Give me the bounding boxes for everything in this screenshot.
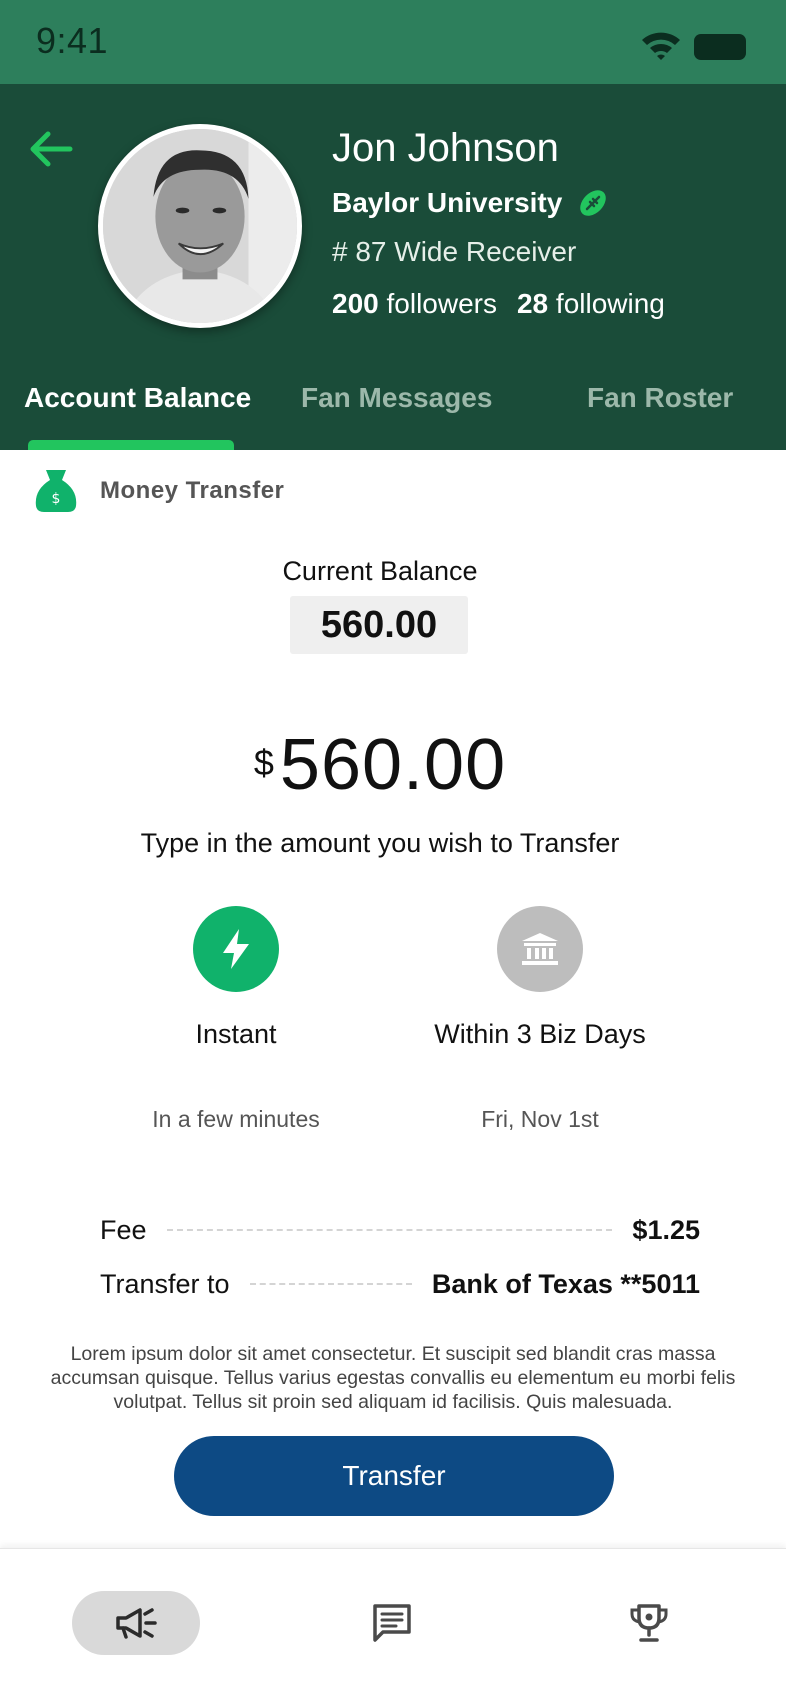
fee-row: Fee $1.25 [100, 1210, 700, 1250]
active-tab-indicator [28, 440, 234, 450]
nav-trophy[interactable] [617, 1591, 681, 1655]
option-biz-days-subtitle: Fri, Nov 1st [481, 1106, 599, 1132]
message-icon [373, 1604, 411, 1642]
option-instant[interactable]: Instant [116, 906, 356, 1051]
followers-label: followers [386, 288, 497, 319]
transfer-button[interactable]: Transfer [174, 1436, 614, 1516]
option-instant-circle [193, 906, 279, 992]
option-biz-days-title: Within 3 Biz Days [434, 1019, 646, 1049]
profile-name: Jon Johnson [332, 126, 559, 170]
transfer-to-value: Bank of Texas **5011 [431, 1268, 700, 1299]
transfer-to-label: Transfer to [100, 1268, 230, 1299]
money-bag-icon: $ [35, 470, 77, 512]
transfer-to-row[interactable]: Transfer to Bank of Texas **5011 [100, 1264, 700, 1304]
back-arrow-icon[interactable] [26, 124, 76, 174]
following-stat[interactable]: 28 following [517, 288, 665, 320]
tab-fan-roster[interactable]: Fan Roster [587, 382, 733, 414]
profile-position: # 87 Wide Receiver [332, 236, 577, 267]
avatar[interactable] [98, 124, 302, 328]
nav-messages[interactable] [360, 1591, 424, 1655]
bank-icon [522, 933, 558, 965]
fee-label: Fee [100, 1214, 147, 1245]
following-count: 28 [516, 288, 549, 319]
option-biz-days[interactable]: Within 3 Biz Days [420, 906, 660, 1051]
fee-value: $1.25 [632, 1214, 700, 1245]
fee-leader [166, 1229, 613, 1231]
profile-header: Jon Johnson Baylor University # 87 Wide … [0, 84, 786, 450]
avatar-photo [103, 129, 297, 323]
followers-stat[interactable]: 200 followers [332, 288, 497, 320]
followers-count: 200 [332, 288, 379, 319]
profile-school-row: Baylor University [332, 186, 610, 220]
svg-text:$: $ [52, 491, 61, 507]
status-time: 9:41 [36, 20, 109, 61]
trophy-icon [630, 1604, 668, 1642]
amount-hint: Type in the amount you wish to Transfer [140, 828, 620, 858]
profile-school: Baylor University [332, 187, 563, 218]
tab-fan-messages[interactable]: Fan Messages [301, 382, 492, 414]
balance-value: 560.00 [290, 596, 468, 654]
following-label: following [555, 288, 665, 319]
option-biz-days-circle [497, 906, 583, 992]
section-title: Money Transfer [100, 477, 285, 504]
section-header: $ Money Transfer [34, 468, 284, 514]
battery-icon [694, 34, 746, 60]
option-instant-subtitle: In a few minutes [152, 1106, 320, 1132]
amount-currency: $ [253, 742, 274, 783]
amount-input[interactable]: $ 560.00 [0, 724, 760, 806]
wifi-icon [642, 32, 680, 60]
tab-account-balance[interactable]: Account Balance [24, 382, 251, 414]
bottom-nav [0, 1548, 786, 1704]
option-instant-title: Instant [195, 1019, 277, 1049]
status-bar: 9:41 [0, 0, 786, 84]
amount-value: 560.00 [279, 725, 507, 805]
transfer-to-leader [249, 1283, 412, 1285]
lightning-icon [223, 929, 249, 969]
football-icon [580, 190, 607, 216]
megaphone-icon [116, 1608, 157, 1639]
follow-stats: 200 followers 28 following [332, 288, 665, 320]
balance-label: Current Balance [282, 556, 478, 586]
nav-announcements[interactable] [72, 1591, 200, 1655]
disclaimer-text: Lorem ipsum dolor sit amet consectetur. … [50, 1343, 736, 1413]
